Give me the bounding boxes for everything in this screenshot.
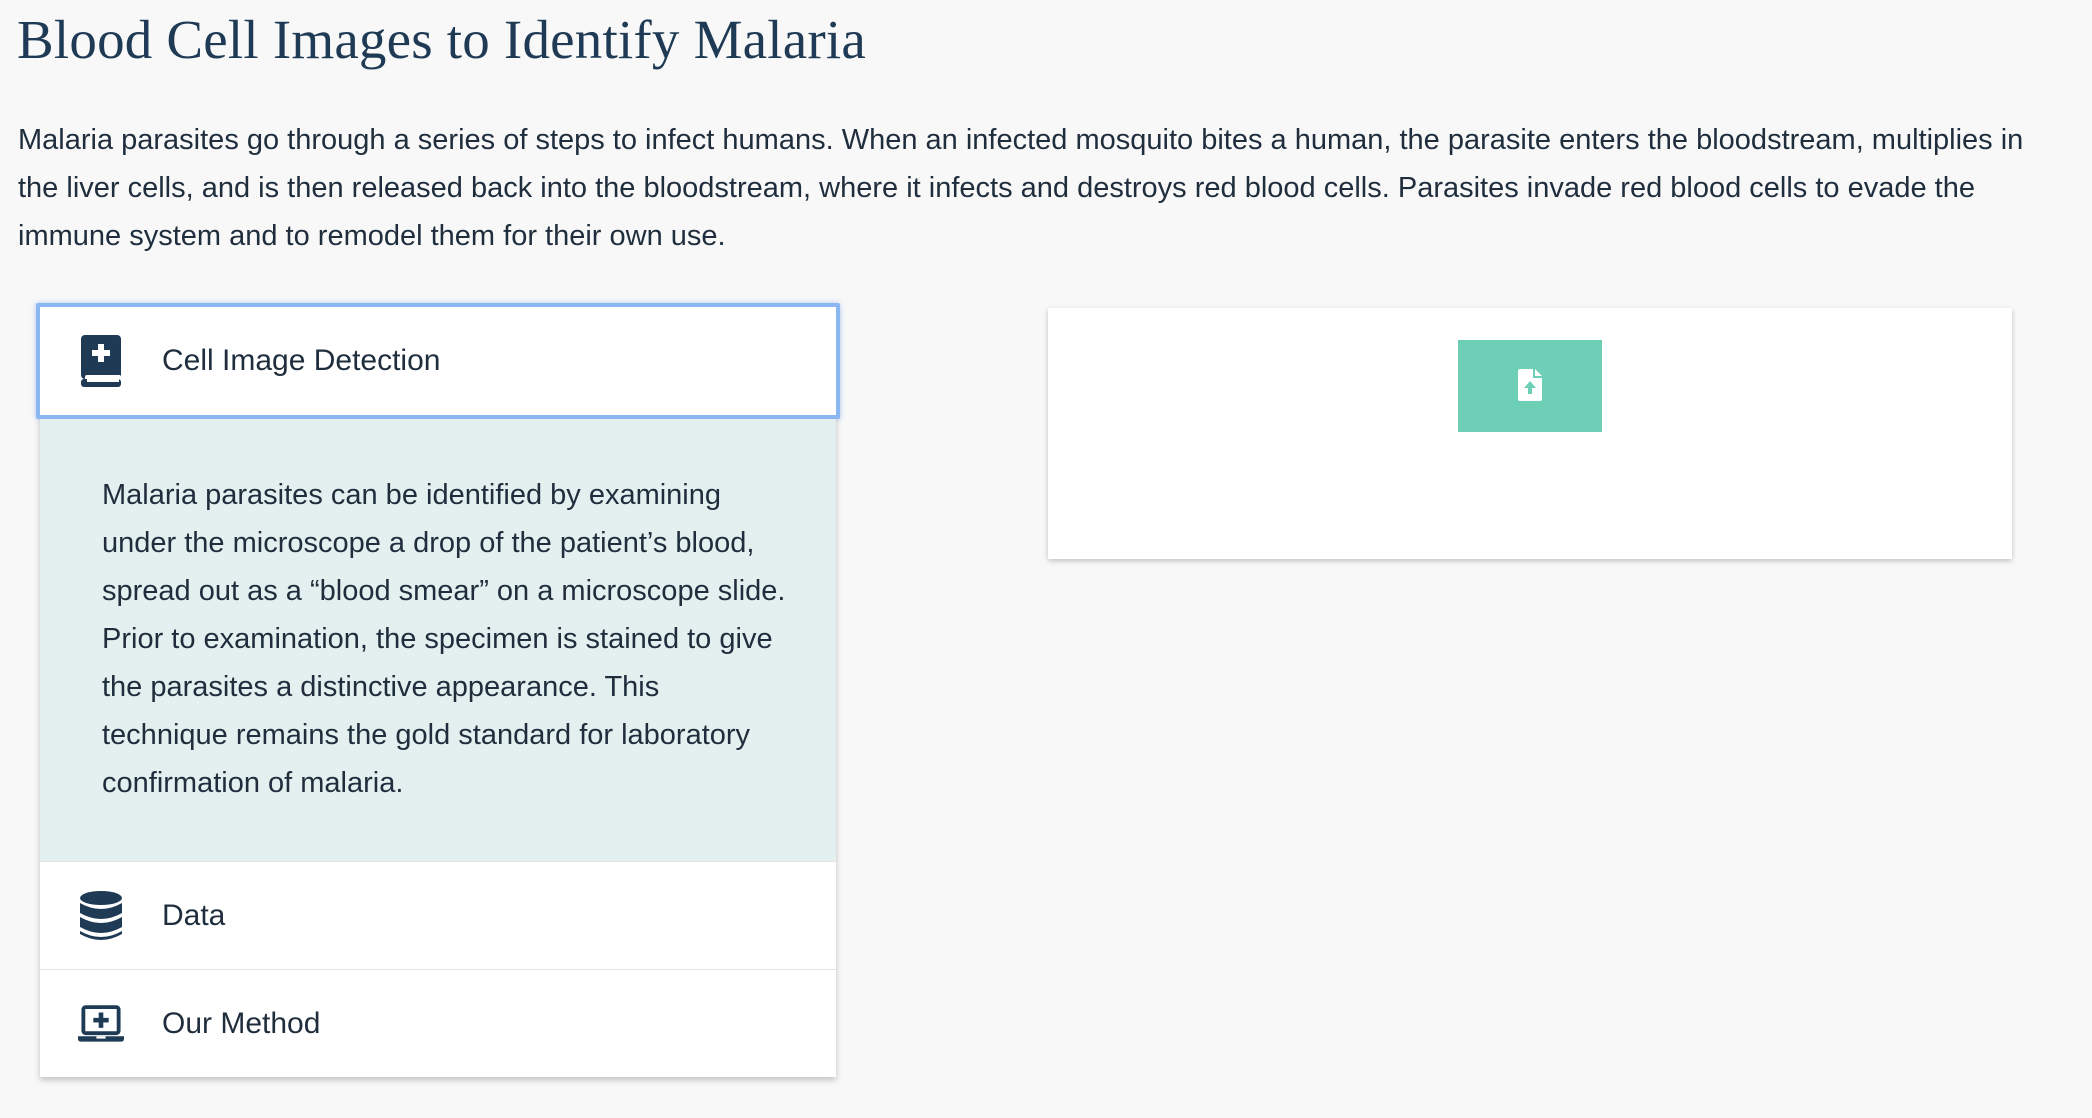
accordion-header-data[interactable]: Data	[40, 861, 836, 969]
medical-book-icon	[78, 334, 124, 388]
upload-card	[1048, 308, 2012, 559]
accordion-label: Our Method	[162, 1006, 321, 1040]
accordion-header-cell-image-detection[interactable]: Cell Image Detection	[36, 303, 840, 419]
accordion-panel-cell-image-detection: Malaria parasites can be identified by e…	[40, 419, 836, 861]
file-upload-button[interactable]	[1458, 340, 1602, 432]
laptop-medical-icon	[78, 997, 124, 1051]
accordion-label: Cell Image Detection	[162, 344, 441, 377]
intro-paragraph: Malaria parasites go through a series of…	[18, 124, 2024, 252]
database-icon	[78, 889, 124, 943]
accordion-label: Data	[162, 898, 226, 932]
page-title: Blood Cell Images to Identify Malaria	[17, 9, 866, 70]
accordion-panel-text: Malaria parasites can be identified by e…	[102, 479, 786, 799]
info-accordion: Cell Image Detection Malaria parasites c…	[36, 303, 840, 1077]
accordion-header-our-method[interactable]: Our Method	[40, 969, 836, 1077]
file-upload-icon	[1518, 368, 1542, 404]
